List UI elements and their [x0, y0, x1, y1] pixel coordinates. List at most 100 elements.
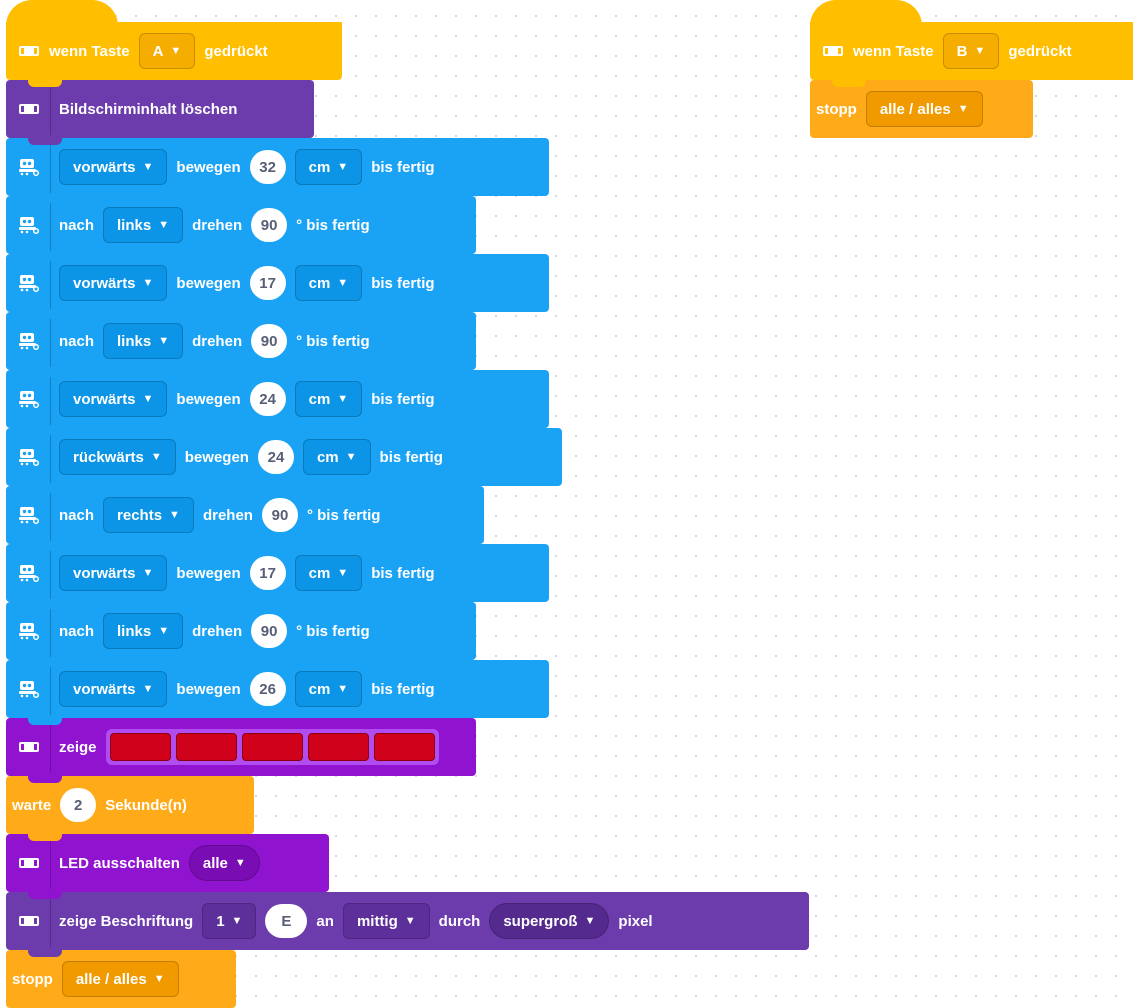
unit-dropdown[interactable]: cm ▼ [294, 381, 363, 417]
block-notch [28, 195, 62, 203]
event-key-a-block[interactable]: wenn Taste A ▼ gedrückt [6, 0, 342, 87]
distance-input[interactable]: 24 [249, 382, 286, 416]
chevron-down-icon: ▼ [142, 161, 154, 173]
direction-dropdown[interactable]: vorwärts ▼ [59, 265, 168, 301]
chevron-down-icon: ▼ [169, 509, 180, 521]
distance-input[interactable]: 32 [249, 150, 286, 184]
unit-dropdown[interactable]: cm ▼ [294, 671, 363, 707]
robot-icon [19, 391, 40, 408]
led-3[interactable] [241, 733, 303, 761]
led-matrix[interactable] [105, 729, 439, 765]
wait-seconds-input[interactable]: 2 [60, 788, 97, 822]
text-input[interactable]: E [265, 904, 308, 938]
direction-dropdown[interactable]: vorwärts ▼ [59, 381, 168, 417]
angle-input[interactable]: 90 [251, 324, 288, 358]
turn-block[interactable]: nach rechts ▼ drehen 90 ° bis fertig [6, 486, 484, 551]
stop-block[interactable]: stopp alle / alles ▼ [810, 80, 1033, 138]
unit-dropdown[interactable]: cm ▼ [294, 265, 363, 301]
move-block[interactable]: vorwärts ▼ bewegen 32 cm ▼ bis fertig [6, 138, 549, 203]
chevron-down-icon: ▼ [345, 451, 357, 463]
wait-block[interactable]: warte 2 Sekunde(n) [6, 776, 254, 841]
move-block[interactable]: rückwärts ▼ bewegen 24 cm ▼ bis fertig [6, 428, 562, 493]
direction-dropdown[interactable]: links ▼ [103, 323, 184, 359]
distance-input[interactable]: 24 [257, 440, 294, 474]
tail-label: ° bis fertig [296, 622, 370, 640]
separator [50, 895, 51, 947]
script-a: wenn Taste A ▼ gedrückt Bildschirminhalt … [6, 0, 809, 1008]
separator [50, 315, 51, 367]
chevron-down-icon: ▼ [153, 973, 165, 985]
event-suffix: gedrückt [1008, 42, 1072, 60]
show-leds-block[interactable]: zeige [6, 718, 476, 783]
distance-input[interactable]: 26 [249, 672, 286, 706]
led-5[interactable] [373, 733, 435, 761]
move-block[interactable]: vorwärts ▼ bewegen 24 cm ▼ bis fertig [6, 370, 549, 435]
block-notch [28, 601, 62, 609]
angle-input[interactable]: 90 [251, 614, 288, 648]
block-notch [28, 659, 62, 667]
move-block[interactable]: vorwärts ▼ bewegen 26 cm ▼ bis fertig [6, 660, 549, 725]
hat-cap [6, 0, 118, 26]
chevron-down-icon: ▼ [337, 683, 349, 695]
separator [50, 605, 51, 657]
verb-label: bewegen [176, 564, 241, 582]
distance-input[interactable]: 17 [249, 266, 286, 300]
hub-icon [823, 46, 843, 56]
wait-suffix: Sekunde(n) [105, 796, 187, 814]
turn-block[interactable]: nach links ▼ drehen 90 ° bis fertig [6, 312, 476, 377]
verb-label: bewegen [176, 158, 241, 176]
block-notch [28, 253, 62, 261]
angle-input[interactable]: 90 [251, 208, 288, 242]
unit-dropdown[interactable]: cm ▼ [302, 439, 371, 475]
chevron-down-icon: ▼ [170, 45, 182, 57]
robot-icon [19, 449, 40, 466]
direction-dropdown[interactable]: vorwärts ▼ [59, 149, 168, 185]
by-label: durch [438, 912, 481, 930]
direction-dropdown[interactable]: links ▼ [103, 207, 184, 243]
hat-cap [810, 0, 922, 26]
direction-dropdown[interactable]: vorwärts ▼ [59, 671, 168, 707]
unit-dropdown[interactable]: cm ▼ [294, 555, 363, 591]
position-dropdown[interactable]: mittig ▼ [342, 903, 430, 939]
clear-label: Bildschirminhalt löschen [59, 100, 238, 118]
stop-dropdown[interactable]: alle / alles ▼ [865, 91, 983, 127]
block-notch [28, 717, 62, 725]
led-4[interactable] [307, 733, 369, 761]
separator [50, 547, 51, 599]
chevron-down-icon: ▼ [150, 451, 162, 463]
show-text-block[interactable]: zeige Beschriftung 1 ▼ E an mittig ▼ durch… [6, 892, 809, 957]
slot-dropdown[interactable]: 1 ▼ [202, 903, 257, 939]
direction-dropdown[interactable]: rückwärts ▼ [59, 439, 176, 475]
tail-label: bis fertig [371, 274, 435, 292]
clear-screen-block[interactable]: Bildschirminhalt löschen [6, 80, 314, 145]
separator [50, 141, 51, 193]
stop-dropdown[interactable]: alle / alles ▼ [61, 961, 179, 997]
led-off-dropdown[interactable]: alle ▼ [188, 845, 260, 881]
direction-dropdown[interactable]: links ▼ [103, 613, 184, 649]
direction-dropdown[interactable]: vorwärts ▼ [59, 555, 168, 591]
separator [50, 663, 51, 715]
event-key-b-block[interactable]: wenn Taste B ▼ gedrückt [810, 0, 1133, 87]
size-dropdown[interactable]: supergroß ▼ [489, 903, 610, 939]
led-2[interactable] [175, 733, 237, 761]
unit-dropdown[interactable]: cm ▼ [294, 149, 363, 185]
stop-block[interactable]: stopp alle / alles ▼ [6, 950, 236, 1008]
prefix-label: nach [59, 622, 95, 640]
move-block[interactable]: vorwärts ▼ bewegen 17 cm ▼ bis fertig [6, 544, 549, 609]
hub-icon [19, 916, 39, 926]
chevron-down-icon: ▼ [337, 567, 349, 579]
stop-label: stopp [12, 970, 53, 988]
turn-block[interactable]: nach links ▼ drehen 90 ° bis fertig [6, 602, 476, 667]
led-off-block[interactable]: LED ausschalten alle ▼ [6, 834, 329, 899]
key-dropdown[interactable]: A ▼ [138, 33, 196, 69]
led-1[interactable] [109, 733, 171, 761]
distance-input[interactable]: 17 [249, 556, 286, 590]
block-notch [28, 891, 62, 899]
move-block[interactable]: vorwärts ▼ bewegen 17 cm ▼ bis fertig [6, 254, 549, 319]
block-notch [28, 79, 62, 87]
direction-dropdown[interactable]: rechts ▼ [103, 497, 194, 533]
turn-block[interactable]: nach links ▼ drehen 90 ° bis fertig [6, 196, 476, 261]
angle-input[interactable]: 90 [261, 498, 298, 532]
separator [50, 257, 51, 309]
key-dropdown[interactable]: B ▼ [942, 33, 1000, 69]
